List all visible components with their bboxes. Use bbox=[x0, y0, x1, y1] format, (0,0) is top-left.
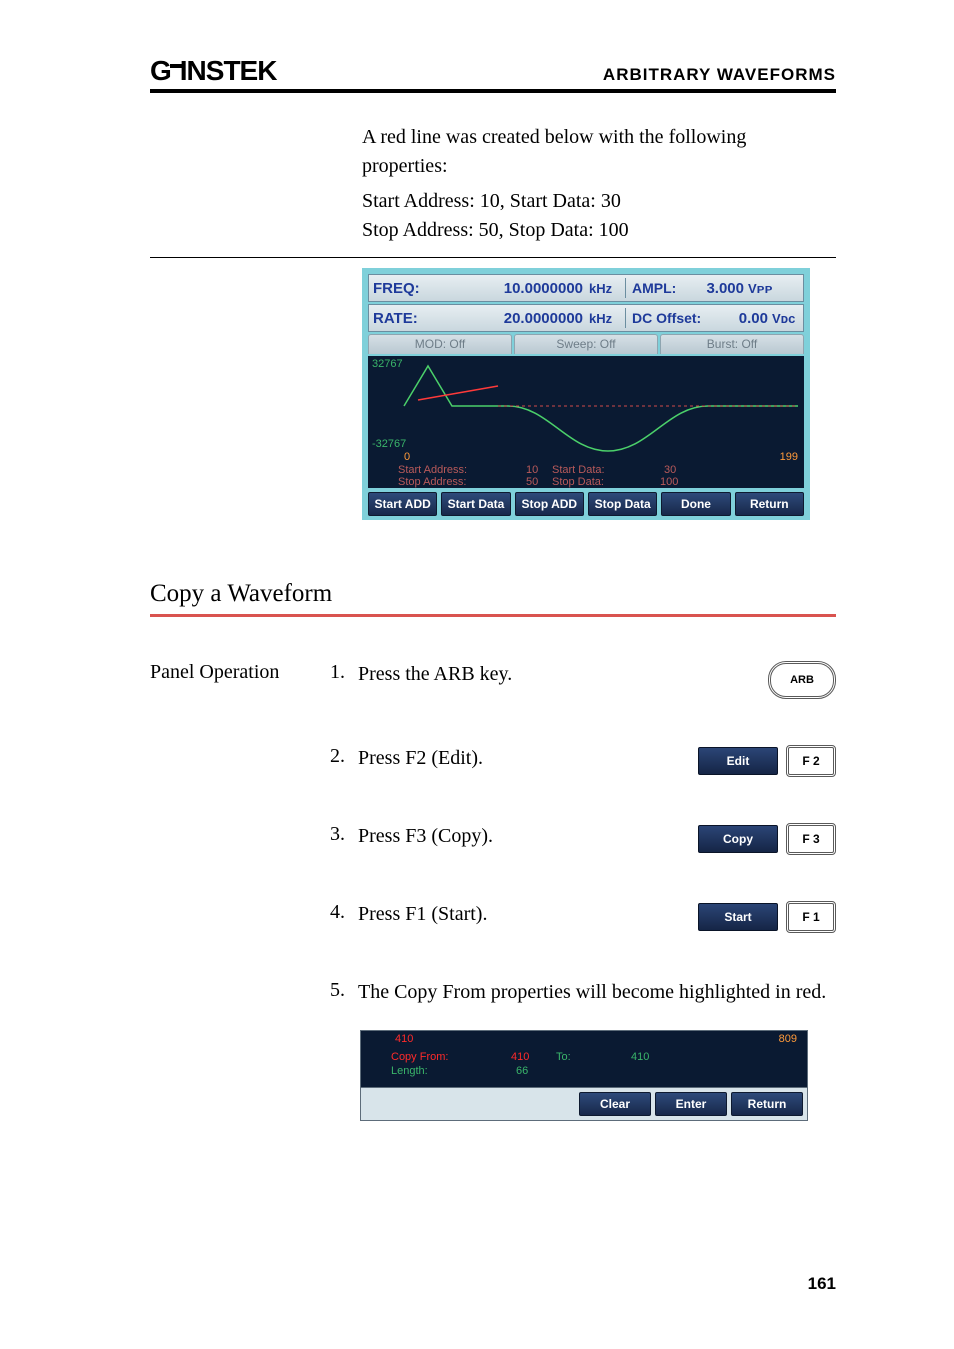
softkey-start-add[interactable]: Start ADD bbox=[368, 492, 437, 516]
device-screen-copy: 410 809 Copy From: 410 To: 410 Length: 6… bbox=[360, 1030, 808, 1121]
rate-value: 20.0000000 bbox=[441, 310, 583, 327]
tab-sweep: Sweep: Off bbox=[514, 334, 658, 354]
start-button[interactable]: Start bbox=[698, 903, 778, 931]
softkey-return2[interactable]: Return bbox=[731, 1092, 803, 1116]
address-readout: Start Address: 10 Start Data: 30 Stop Ad… bbox=[368, 464, 804, 488]
step1-text: Press the ARB key. bbox=[358, 661, 748, 688]
f2-button[interactable]: F 2 bbox=[786, 745, 836, 777]
waveform-svg bbox=[368, 356, 804, 464]
step3-num: 3. bbox=[330, 823, 358, 846]
doc-title: ARBITRARY WAVEFORMS bbox=[603, 65, 836, 85]
length-label: Length: bbox=[391, 1065, 428, 1077]
logo-prefix: G bbox=[150, 55, 172, 86]
stop-addr-label: Stop Address: bbox=[398, 476, 467, 488]
rate-unit: kHz bbox=[583, 311, 623, 326]
divider bbox=[150, 257, 836, 258]
ampl-label: AMPL: bbox=[628, 280, 688, 296]
intro-line1: A red line was created below with the fo… bbox=[362, 123, 836, 181]
dcoffset-unit: Vᴅᴄ bbox=[768, 311, 795, 326]
copy-from-label: Copy From: bbox=[391, 1051, 448, 1063]
step-3: 3. Press F3 (Copy). Copy F 3 bbox=[330, 823, 836, 855]
dcoffset-value: 0.00 bbox=[728, 310, 768, 327]
step3-text: Press F3 (Copy). bbox=[358, 823, 678, 850]
step5-text: The Copy From properties will become hig… bbox=[358, 979, 836, 1006]
start-data-val: 30 bbox=[664, 464, 676, 476]
brand-logo: G INSTEK bbox=[150, 55, 276, 87]
copy-button[interactable]: Copy bbox=[698, 825, 778, 853]
start-addr-label: Start Address: bbox=[398, 464, 467, 476]
scr2-top-right: 809 bbox=[779, 1033, 797, 1045]
step4-text: Press F1 (Start). bbox=[358, 901, 678, 928]
step2-text: Press F2 (Edit). bbox=[358, 745, 678, 772]
tab-burst: Burst: Off bbox=[660, 334, 804, 354]
panel-operation-label: Panel Operation bbox=[150, 661, 330, 1121]
tab-mod: MOD: Off bbox=[368, 334, 512, 354]
softkey-start-data[interactable]: Start Data bbox=[441, 492, 510, 516]
softkey-enter[interactable]: Enter bbox=[655, 1092, 727, 1116]
intro-line2: Start Address: 10, Start Data: 30 bbox=[362, 187, 836, 216]
ampl-value: 3.000 bbox=[688, 280, 744, 297]
softkey-done[interactable]: Done bbox=[661, 492, 730, 516]
ampl-unit: Vᴘᴘ bbox=[744, 281, 773, 296]
section-rule bbox=[150, 614, 836, 617]
step1-num: 1. bbox=[330, 661, 358, 684]
step-5: 5. The Copy From properties will become … bbox=[330, 979, 836, 1006]
intro-block: A red line was created below with the fo… bbox=[362, 123, 836, 245]
rate-label: RATE: bbox=[369, 310, 441, 327]
copy-from-val: 410 bbox=[511, 1051, 529, 1063]
start-addr-val: 10 bbox=[526, 464, 538, 476]
to-label: To: bbox=[556, 1051, 571, 1063]
logo-rest: INSTEK bbox=[180, 55, 277, 86]
waveform-plot: 32767 -32767 0 199 bbox=[368, 356, 804, 464]
dcoffset-label: DC Offset: bbox=[628, 310, 728, 326]
length-val: 66 bbox=[516, 1065, 528, 1077]
scr2-softkeys: Clear Enter Return bbox=[360, 1088, 808, 1121]
screen-row-rate: RATE: 20.0000000 kHz DC Offset: 0.00 Vᴅᴄ bbox=[368, 304, 804, 332]
step4-num: 4. bbox=[330, 901, 358, 924]
screen-row-freq: FREQ: 10.0000000 kHz AMPL: 3.000 Vᴘᴘ bbox=[368, 274, 804, 302]
step-1: 1. Press the ARB key. ARB bbox=[330, 661, 836, 699]
step5-num: 5. bbox=[330, 979, 358, 1002]
edit-button[interactable]: Edit bbox=[698, 747, 778, 775]
freq-unit: kHz bbox=[583, 281, 623, 296]
scr2-top-left: 410 bbox=[395, 1033, 413, 1045]
stop-data-label: Stop Data: bbox=[552, 476, 604, 488]
f1-button[interactable]: F 1 bbox=[786, 901, 836, 933]
to-val: 410 bbox=[631, 1051, 649, 1063]
device-screen-main: FREQ: 10.0000000 kHz AMPL: 3.000 Vᴘᴘ RAT… bbox=[362, 268, 810, 520]
intro-line3: Stop Address: 50, Stop Data: 100 bbox=[362, 216, 836, 245]
softkey-clear[interactable]: Clear bbox=[579, 1092, 651, 1116]
page-number: 161 bbox=[808, 1274, 836, 1294]
stop-data-val: 100 bbox=[660, 476, 678, 488]
f3-button[interactable]: F 3 bbox=[786, 823, 836, 855]
step-2: 2. Press F2 (Edit). Edit F 2 bbox=[330, 745, 836, 777]
step-4: 4. Press F1 (Start). Start F 1 bbox=[330, 901, 836, 933]
softkey-stop-add[interactable]: Stop ADD bbox=[515, 492, 584, 516]
step2-num: 2. bbox=[330, 745, 358, 768]
softkey-stop-data[interactable]: Stop Data bbox=[588, 492, 657, 516]
page-header: G INSTEK ARBITRARY WAVEFORMS bbox=[150, 55, 836, 93]
section-heading: Copy a Waveform bbox=[150, 580, 836, 612]
freq-value: 10.0000000 bbox=[441, 280, 583, 297]
softkey-row: Start ADD Start Data Stop ADD Stop Data … bbox=[368, 492, 804, 516]
screen-tabs: MOD: Off Sweep: Off Burst: Off bbox=[368, 334, 804, 354]
freq-label: FREQ: bbox=[369, 280, 441, 297]
start-data-label: Start Data: bbox=[552, 464, 605, 476]
arb-button[interactable]: ARB bbox=[768, 661, 836, 699]
softkey-return[interactable]: Return bbox=[735, 492, 804, 516]
stop-addr-val: 50 bbox=[526, 476, 538, 488]
